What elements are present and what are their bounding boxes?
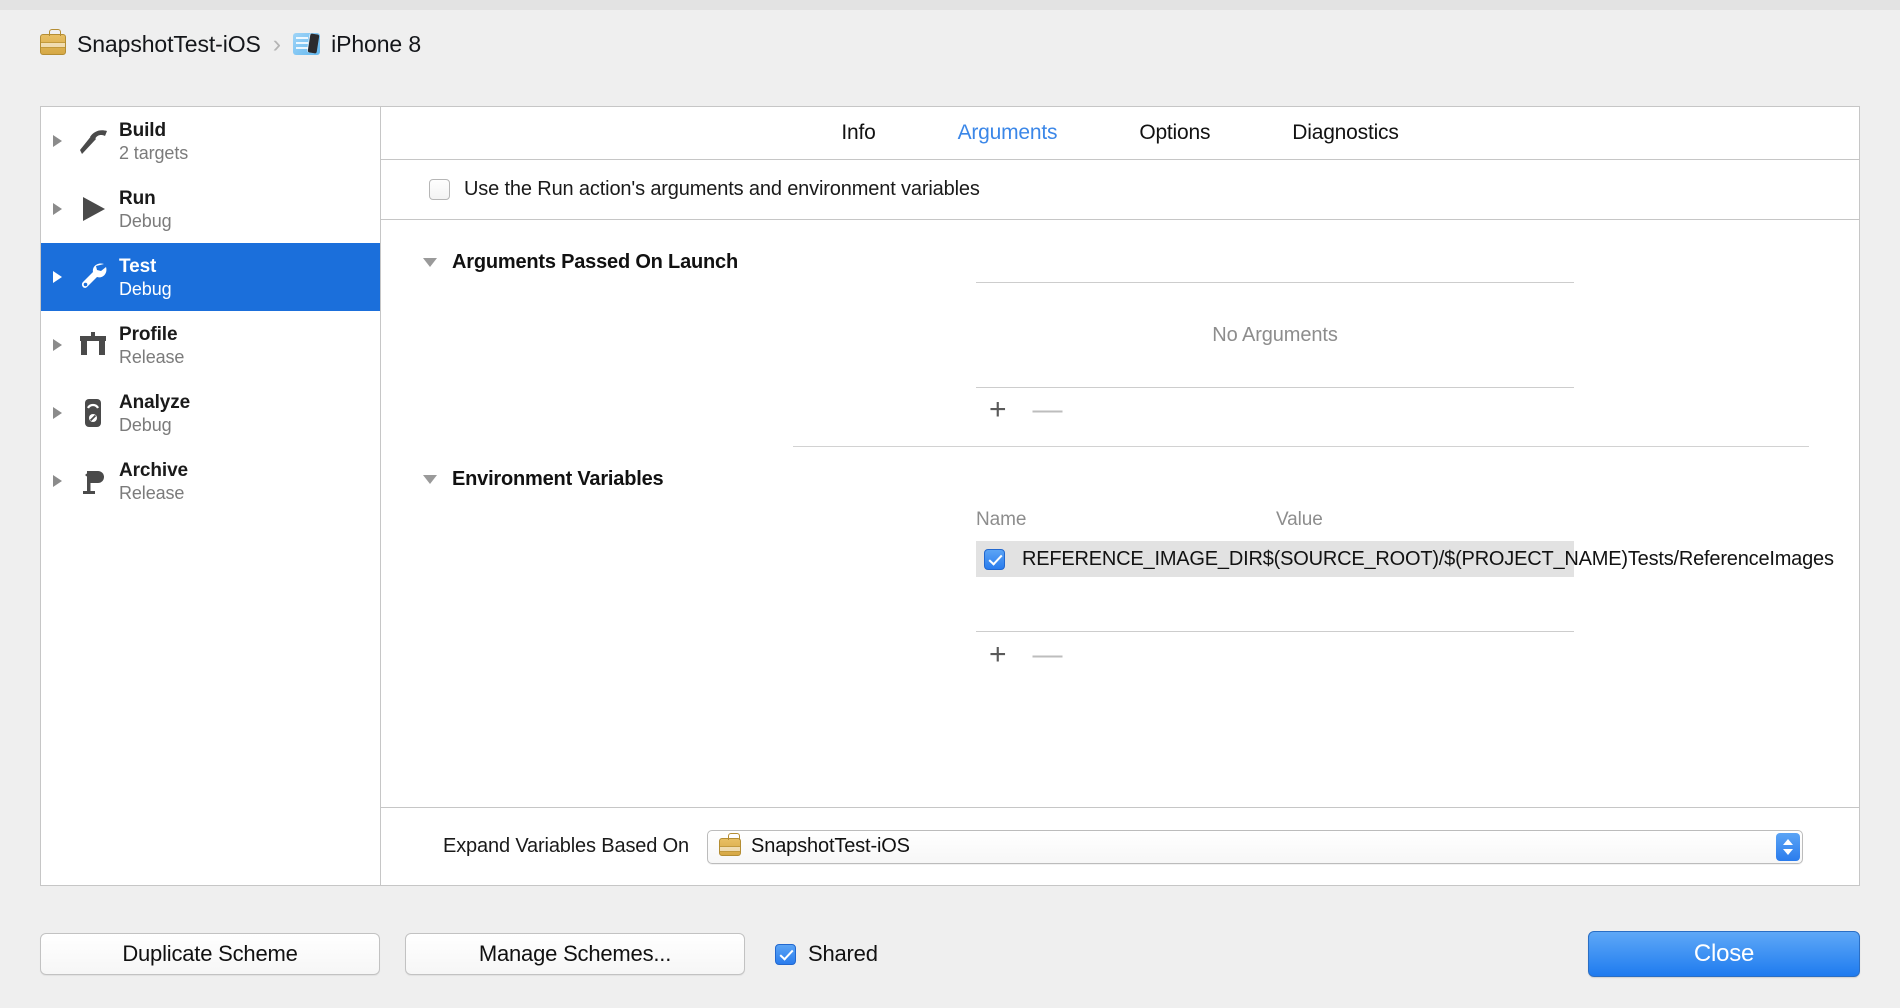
caliper-icon [75,328,111,362]
environment-section-title: Environment Variables [452,467,664,490]
disclosure-triangle-icon[interactable] [53,135,62,147]
breadcrumb-separator-icon: › [272,29,282,58]
sidebar-item-label: Analyze [119,391,191,413]
section-divider [793,446,1809,447]
environment-controls: + — [381,633,1859,677]
stethoscope-icon [75,396,111,430]
use-run-action-row[interactable]: Use the Run action's arguments and envir… [381,160,1859,220]
disclosure-triangle-icon[interactable] [53,203,62,215]
scheme-actions-sidebar: Build 2 targets Run Debug Test Debug Pro… [41,107,381,885]
expand-variables-selected-value: SnapshotTest-iOS [751,835,910,857]
breadcrumb-bar: SnapshotTest-iOS › iPhone 8 [0,0,1900,88]
sidebar-item-build[interactable]: Build 2 targets [41,107,380,175]
arguments-section-title: Arguments Passed On Launch [452,250,738,273]
disclosure-triangle-icon[interactable] [53,339,62,351]
chevron-down-icon[interactable] [423,257,437,267]
sidebar-item-test[interactable]: Test Debug [41,243,380,311]
column-header-value: Value [1276,509,1323,530]
shared-label: Shared [808,941,878,966]
tab-options[interactable]: Options [1139,121,1210,145]
environment-section-header[interactable]: Environment Variables [381,459,1859,499]
arguments-empty-message: No Arguments [1212,323,1338,346]
simulator-device-icon [293,33,321,55]
breadcrumb-scheme-label: SnapshotTest-iOS [77,30,261,57]
tab-arguments[interactable]: Arguments [958,121,1058,145]
breadcrumb-scheme[interactable]: SnapshotTest-iOS [40,28,261,58]
table-row[interactable]: REFERENCE_IMAGE_DIR $(SOURCE_ROOT)/$(PRO… [976,541,1834,577]
sidebar-item-label: Test [119,255,157,277]
arguments-controls: + — [381,388,1859,432]
play-icon [75,192,111,226]
wrench-icon [75,260,111,294]
chevron-down-icon[interactable] [423,474,437,484]
chevron-updown-icon[interactable] [1776,832,1800,861]
sidebar-item-label: Build [119,119,166,141]
disclosure-triangle-icon[interactable] [53,271,62,283]
use-run-action-checkbox[interactable] [429,179,450,200]
close-button[interactable]: Close [1588,931,1860,977]
tab-info[interactable]: Info [841,121,875,145]
expand-variables-label: Expand Variables Based On [443,835,690,857]
environment-row-checkbox[interactable] [984,548,1005,570]
shared-checkbox[interactable] [775,943,796,965]
sidebar-item-sublabel: Release [119,346,185,367]
environment-table-spacer [381,577,1859,633]
sidebar-item-profile[interactable]: Profile Release [41,311,380,379]
scheme-editor-panel: Build 2 targets Run Debug Test Debug Pro… [40,106,1860,886]
column-header-name: Name [976,509,1027,530]
add-environment-variable-button[interactable]: + [989,640,1007,670]
settings-scroll-area[interactable]: Arguments Passed On Launch No Arguments … [381,220,1859,807]
environment-table-header: Name Value [381,499,1859,541]
sidebar-item-sublabel: Debug [119,278,172,299]
breadcrumb-device-label: iPhone 8 [331,30,422,57]
briefcase-icon [40,28,66,55]
tab-bar: Info Arguments Options Diagnostics [381,107,1859,160]
hammer-icon [75,124,111,158]
disclosure-triangle-icon[interactable] [53,407,62,419]
sidebar-item-label: Run [119,187,156,209]
window-top-strip [0,0,1900,10]
duplicate-scheme-button[interactable]: Duplicate Scheme [40,933,380,975]
environment-row-name[interactable]: REFERENCE_IMAGE_DIR [1022,548,1263,571]
sidebar-item-sublabel: 2 targets [119,142,189,163]
dialog-bottom-bar: Duplicate Scheme Manage Schemes... Share… [0,900,1900,1008]
sidebar-item-analyze[interactable]: Analyze Debug [41,379,380,447]
environment-table-bottom-rule [976,631,1574,632]
breadcrumb-device[interactable]: iPhone 8 [293,31,421,58]
remove-environment-variable-button[interactable]: — [1033,640,1063,670]
remove-argument-button[interactable]: — [1033,395,1063,425]
arguments-section-header[interactable]: Arguments Passed On Launch [381,242,1859,282]
manage-schemes-button[interactable]: Manage Schemes... [405,933,745,975]
expand-variables-popup[interactable]: SnapshotTest-iOS [707,829,1803,864]
disclosure-triangle-icon[interactable] [53,475,62,487]
expand-variables-row: Expand Variables Based On SnapshotTest-i… [381,807,1859,885]
scheme-editor-content: Info Arguments Options Diagnostics Use t… [381,107,1859,885]
tab-diagnostics[interactable]: Diagnostics [1292,121,1399,145]
shared-checkbox-group[interactable]: Shared [775,941,878,967]
sidebar-item-label: Profile [119,323,178,345]
sidebar-item-archive[interactable]: Archive Release [41,447,380,515]
sidebar-item-run[interactable]: Run Debug [41,175,380,243]
arguments-table: No Arguments [381,282,1859,388]
archive-icon [75,464,111,498]
briefcase-icon [719,832,742,856]
add-argument-button[interactable]: + [989,395,1007,425]
environment-row-value[interactable]: $(SOURCE_ROOT)/$(PROJECT_NAME)Tests/Refe… [1263,548,1834,571]
sidebar-item-label: Archive [119,459,189,481]
use-run-action-label: Use the Run action's arguments and envir… [464,178,980,200]
sidebar-item-sublabel: Debug [119,210,172,231]
sidebar-item-sublabel: Debug [119,414,172,435]
sidebar-item-sublabel: Release [119,482,185,503]
